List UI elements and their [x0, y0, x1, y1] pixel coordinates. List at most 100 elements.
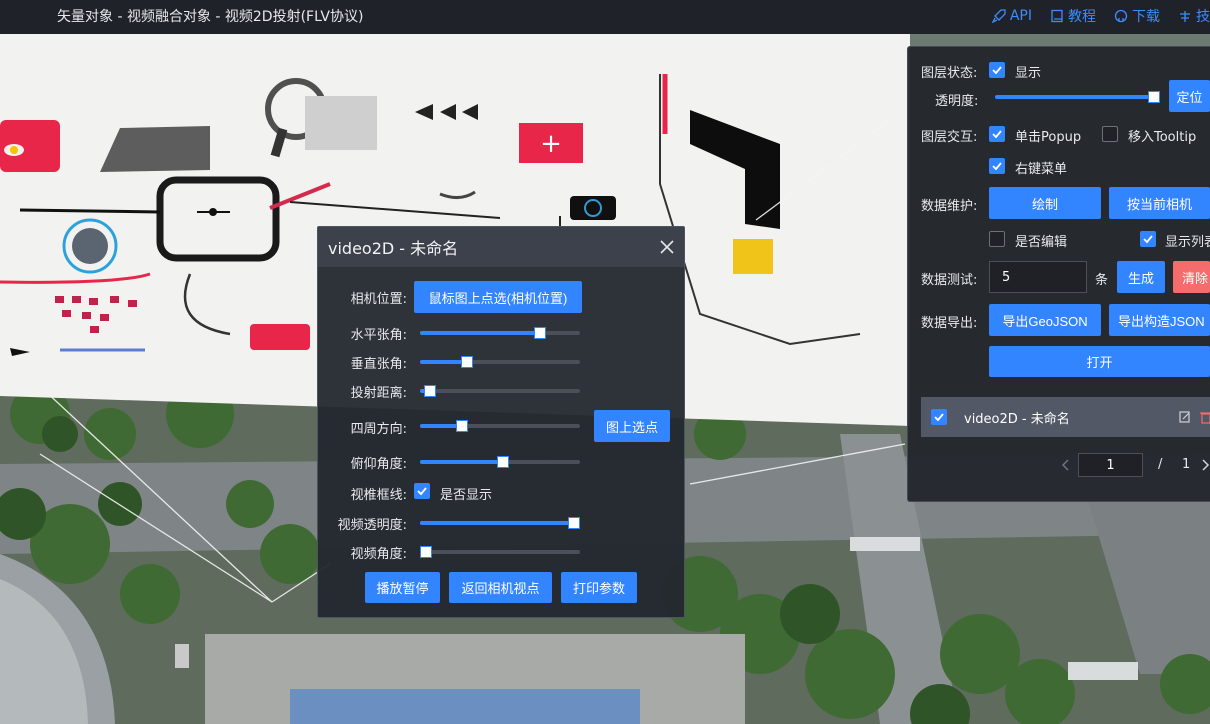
github-icon [1114, 9, 1128, 23]
nav-tech-label: 技 [1196, 9, 1210, 25]
slider-fill [420, 460, 501, 464]
export-label: 数据导出: [921, 316, 978, 331]
print-params-button[interactable]: 打印参数 [561, 572, 637, 603]
pitch-slider[interactable] [420, 456, 580, 468]
nav-api[interactable]: API [991, 6, 1032, 26]
edit-icon[interactable] [1178, 410, 1192, 424]
test-label: 数据测试: [921, 273, 978, 288]
frustum-check-label: 是否显示 [440, 488, 493, 503]
list-item-checkbox[interactable] [931, 409, 947, 425]
generate-button[interactable]: 生成 [1117, 261, 1165, 293]
clear-button[interactable]: 清除 [1173, 261, 1210, 293]
slider-knob[interactable] [424, 385, 437, 397]
distance-label: 投射距离: [350, 386, 407, 401]
back-to-camera-button[interactable]: 返回相机视点 [449, 572, 552, 603]
export-geojson-button[interactable]: 导出GeoJSON [989, 304, 1101, 336]
click-popup-label: 单击Popup [1015, 130, 1082, 145]
layer-state-label: 图层状态: [921, 66, 978, 81]
distance-slider[interactable] [420, 385, 580, 397]
book-icon [1051, 9, 1063, 23]
pitch-label: 俯仰角度: [350, 457, 407, 472]
list-item-label: video2D - 未命名 [964, 412, 1070, 427]
svg-text:+: + [540, 129, 562, 159]
video2d-title: video2D - 未命名 [328, 239, 459, 258]
h-fov-slider[interactable] [420, 327, 580, 339]
click-popup-checkbox[interactable] [989, 126, 1005, 142]
draw-button[interactable]: 绘制 [989, 187, 1101, 219]
support-icon [1180, 11, 1190, 22]
next-page-icon[interactable] [1200, 458, 1210, 472]
right-menu-checkbox[interactable] [989, 158, 1005, 174]
h-fov-label: 水平张角: [350, 328, 407, 343]
by-camera-button[interactable]: 按当前相机 [1109, 187, 1210, 219]
slider-fill [420, 521, 572, 525]
maintain-label: 数据维护: [921, 199, 978, 214]
top-nav: API 教程 下载 技 [991, 6, 1210, 26]
nav-download-label: 下载 [1132, 9, 1160, 25]
slider-knob[interactable] [420, 546, 432, 558]
video-opacity-slider[interactable] [420, 517, 580, 529]
delete-icon[interactable] [1200, 410, 1210, 424]
hover-tooltip-checkbox[interactable] [1102, 126, 1118, 142]
check-icon [417, 487, 427, 496]
check-icon [992, 162, 1002, 171]
nav-tech[interactable]: 技 [1178, 6, 1210, 26]
slider-knob[interactable] [496, 456, 509, 468]
show-list-checkbox[interactable] [1140, 231, 1156, 247]
page-title: 矢量对象 - 视频融合对象 - 视频2D投射(FLV协议) [57, 9, 364, 25]
show-list-label: 显示列表 [1165, 235, 1210, 250]
locate-button[interactable]: 定位 [1169, 80, 1210, 112]
frustum-checkbox[interactable] [414, 483, 430, 499]
show-label: 显示 [1015, 66, 1042, 81]
test-count-input[interactable]: 5 [989, 261, 1087, 293]
slider-knob[interactable] [461, 356, 474, 368]
check-icon [992, 130, 1002, 139]
video2d-header: video2D - 未命名 [318, 227, 684, 267]
nav-tutorial-label: 教程 [1068, 9, 1096, 25]
slider-knob[interactable] [568, 517, 580, 529]
list-item[interactable]: video2D - 未命名 [921, 397, 1210, 437]
edit-checkbox[interactable] [989, 231, 1005, 247]
nav-api-label: API [1009, 8, 1032, 24]
page-input[interactable]: 1 [1078, 453, 1143, 477]
video-angle-slider[interactable] [420, 546, 580, 558]
export-construct-button[interactable]: 导出构造JSON [1109, 304, 1210, 336]
rocket-icon [991, 9, 1006, 23]
close-icon[interactable] [656, 236, 678, 258]
opacity-label: 透明度: [935, 94, 979, 109]
top-bar: 矢量对象 - 视频融合对象 - 视频2D投射(FLV协议) API 教程 下载 … [0, 0, 1210, 34]
pick-camera-button[interactable]: 鼠标图上点选(相机位置) [414, 281, 582, 313]
check-icon [1143, 235, 1153, 244]
slider-track [420, 550, 580, 554]
nav-tutorial[interactable]: 教程 [1050, 6, 1096, 26]
interact-label: 图层交互: [921, 130, 978, 145]
slider-fill [995, 95, 1152, 99]
page-total: 1 [1182, 457, 1191, 472]
slider-knob[interactable] [533, 327, 546, 339]
slider-fill [420, 360, 466, 364]
nav-download[interactable]: 下载 [1114, 6, 1160, 26]
slider-track [420, 389, 580, 393]
prev-page-icon[interactable] [1060, 458, 1072, 472]
open-button[interactable]: 打开 [989, 346, 1210, 377]
v-fov-slider[interactable] [420, 356, 580, 368]
v-fov-label: 垂直张角: [350, 357, 407, 372]
edit-label: 是否编辑 [1015, 235, 1068, 250]
slider-fill [420, 424, 460, 428]
heading-label: 四周方向: [350, 422, 407, 437]
slider-knob[interactable] [455, 420, 468, 432]
slider-knob[interactable] [1148, 91, 1160, 103]
unit-label: 条 [1095, 273, 1109, 288]
check-icon [992, 66, 1002, 75]
camera-position-label: 相机位置: [350, 292, 407, 307]
show-checkbox[interactable] [989, 62, 1005, 78]
video-angle-label: 视频角度: [350, 547, 407, 562]
hover-tooltip-label: 移入Tooltip [1128, 130, 1197, 145]
layer-opacity-slider[interactable] [995, 91, 1160, 103]
pick-point-button[interactable]: 图上选点 [594, 410, 670, 442]
heading-slider[interactable] [420, 420, 580, 432]
play-pause-button[interactable]: 播放暂停 [365, 572, 440, 603]
right-menu-label: 右键菜单 [1015, 162, 1068, 177]
frustum-label: 视椎框线: [350, 488, 407, 503]
slider-fill [420, 331, 538, 335]
